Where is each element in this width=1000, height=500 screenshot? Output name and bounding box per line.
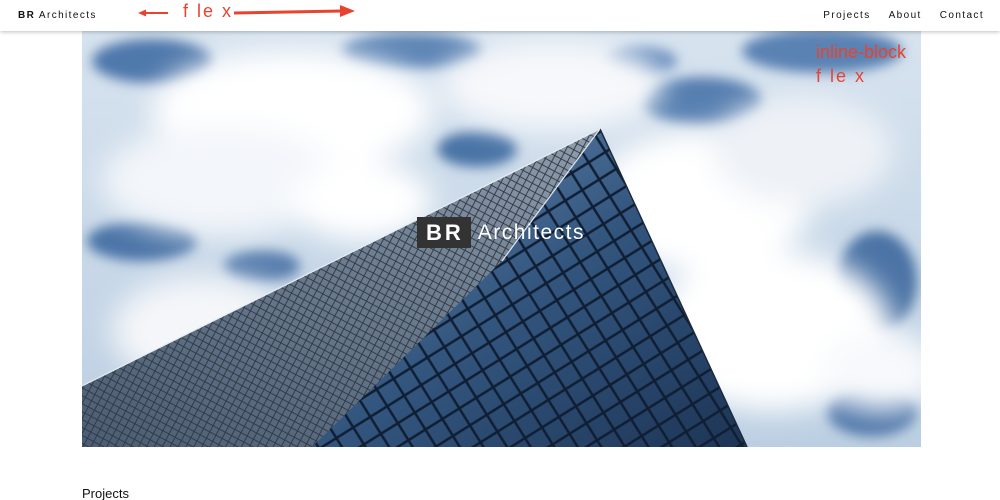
nav-link-projects[interactable]: Projects xyxy=(823,10,870,21)
logo-text: Architects xyxy=(38,10,97,21)
annotation-flex-label-right: f le x xyxy=(816,66,867,86)
nav-link-about[interactable]: About xyxy=(889,10,922,21)
nav-link-contact[interactable]: Contact xyxy=(940,10,984,21)
hero-title: BR Architects xyxy=(417,217,585,248)
site-logo-link[interactable]: BR Architects xyxy=(18,10,97,21)
annotation-arrow-right xyxy=(233,5,355,17)
projects-heading: Projects xyxy=(82,486,129,500)
hero-section: BR Architects xyxy=(82,31,921,447)
nav-links: Projects About Contact xyxy=(823,10,984,21)
hero-name: Architects xyxy=(477,220,585,244)
hero-badge: BR xyxy=(417,217,471,248)
annotation-arrow-left xyxy=(138,9,168,17)
page: BR Architects Projects About Contact f l… xyxy=(0,0,1000,500)
annotation-arrows xyxy=(138,5,355,17)
logo-initials: BR xyxy=(18,10,36,21)
annotation-inline-block-label: inline-block xyxy=(816,42,907,62)
annotation-right: inline-block f le x xyxy=(816,40,906,88)
annotation-flex-label: f le x xyxy=(183,1,234,21)
